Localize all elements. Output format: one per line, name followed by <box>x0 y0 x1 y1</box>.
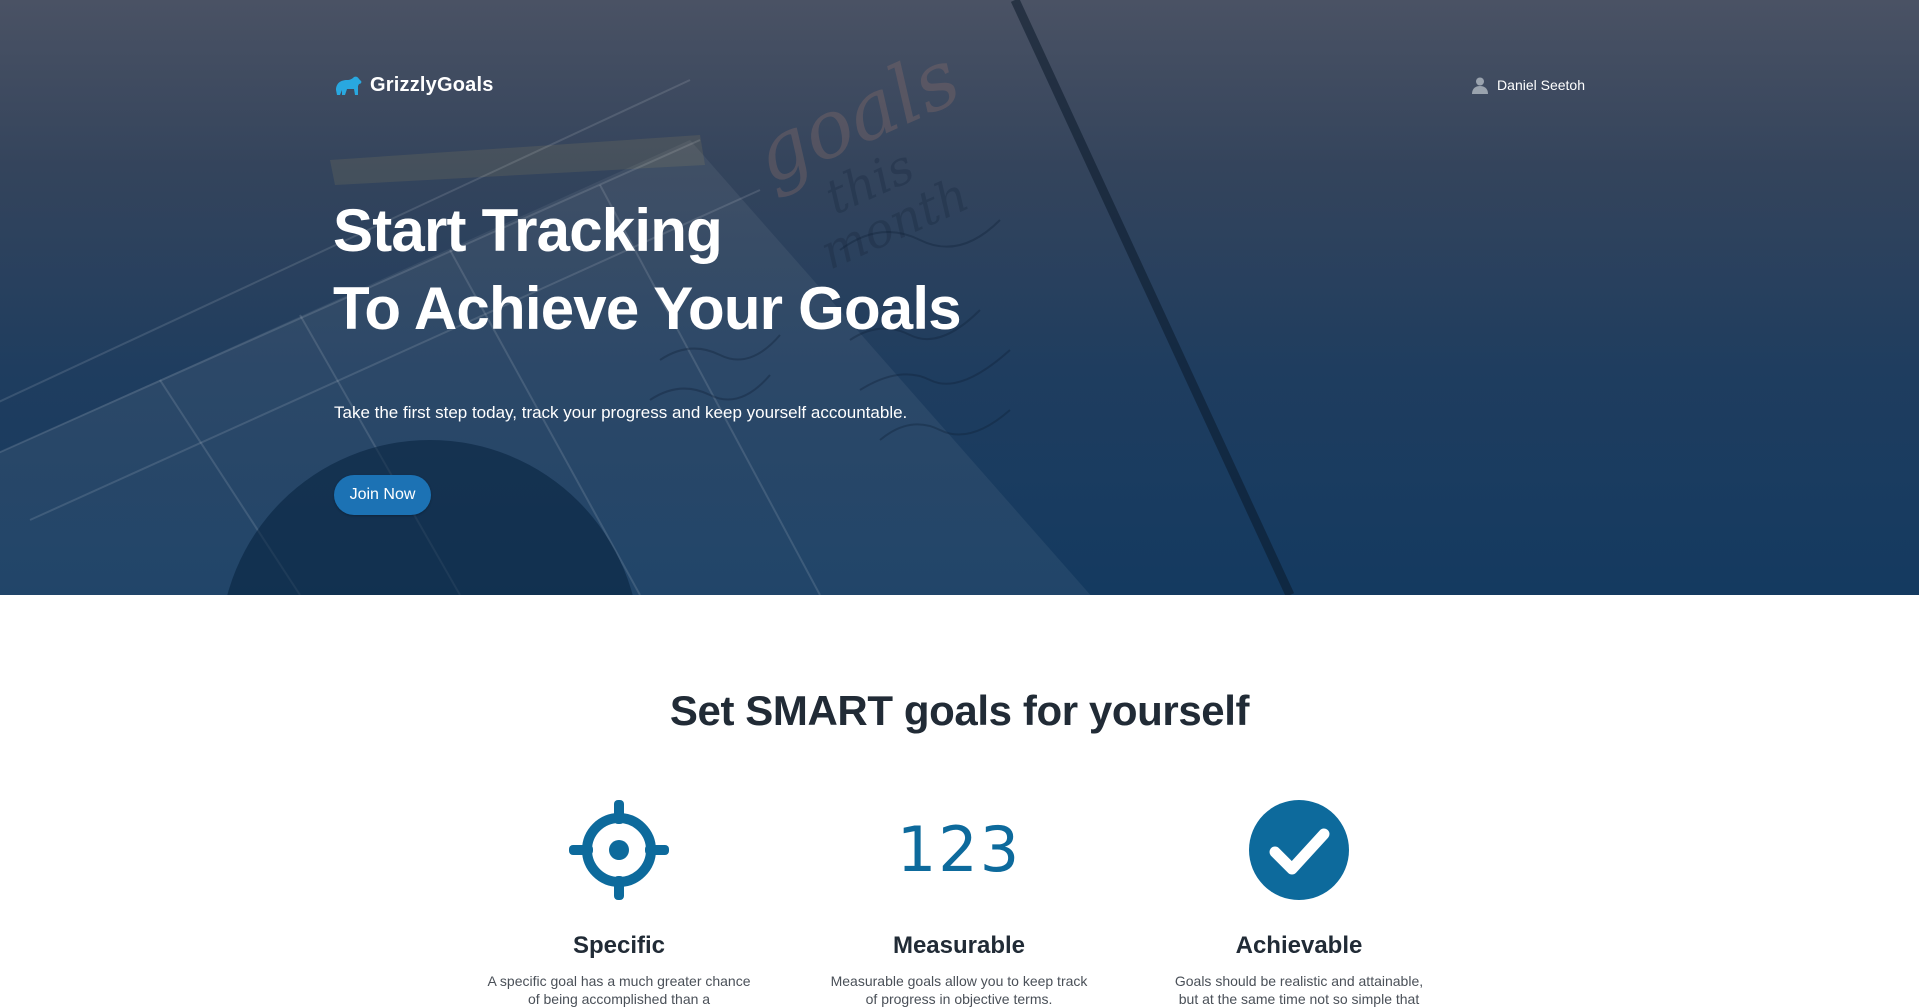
hero-title-line-1: Start Tracking <box>333 197 723 264</box>
smart-heading: Set SMART goals for yourself <box>669 687 1250 734</box>
user-menu[interactable]: Daniel Seetoh <box>1471 76 1585 94</box>
feature-title: Specific <box>572 932 666 959</box>
feature-achievable: Achievable Goals should be realistic and… <box>1149 798 1449 1008</box>
hero-section: goals this month GrizzlyGoals Daniel See… <box>0 0 1919 595</box>
top-navbar: GrizzlyGoals Daniel Seetoh <box>334 70 1585 100</box>
check-circle-icon <box>1249 800 1349 900</box>
bear-icon <box>336 76 362 95</box>
feature-specific: Specific A specific goal has a much grea… <box>469 798 769 1008</box>
join-now-button[interactable]: Join Now <box>334 475 431 515</box>
smart-goals-section: Set SMART goals for yourself Specific A … <box>0 595 1919 1007</box>
feature-description: Measurable goals allow you to keep track… <box>830 973 1088 1007</box>
hero-title: Start Tracking To Achieve Your Goals <box>333 192 962 348</box>
crosshair-icon <box>569 800 669 900</box>
hero-title-line-2: To Achieve Your Goals <box>333 275 962 342</box>
hero-subtitle: Take the first step today, track your pr… <box>334 403 908 422</box>
user-name: Daniel Seetoh <box>1497 77 1585 93</box>
brand-name: GrizzlyGoals <box>370 73 494 96</box>
brand-logo-link[interactable]: GrizzlyGoals <box>334 74 494 97</box>
feature-description: A specific goal has a much greater chanc… <box>487 973 751 1007</box>
numbers-icon: 123 <box>896 813 1022 886</box>
feature-title: Achievable <box>1235 932 1363 959</box>
user-icon <box>1472 77 1489 94</box>
feature-description: Goals should be realistic and attainable… <box>1174 973 1424 1007</box>
feature-title: Measurable <box>892 932 1026 959</box>
feature-measurable: 123 Measurable Measurable goals allow yo… <box>809 798 1109 1008</box>
